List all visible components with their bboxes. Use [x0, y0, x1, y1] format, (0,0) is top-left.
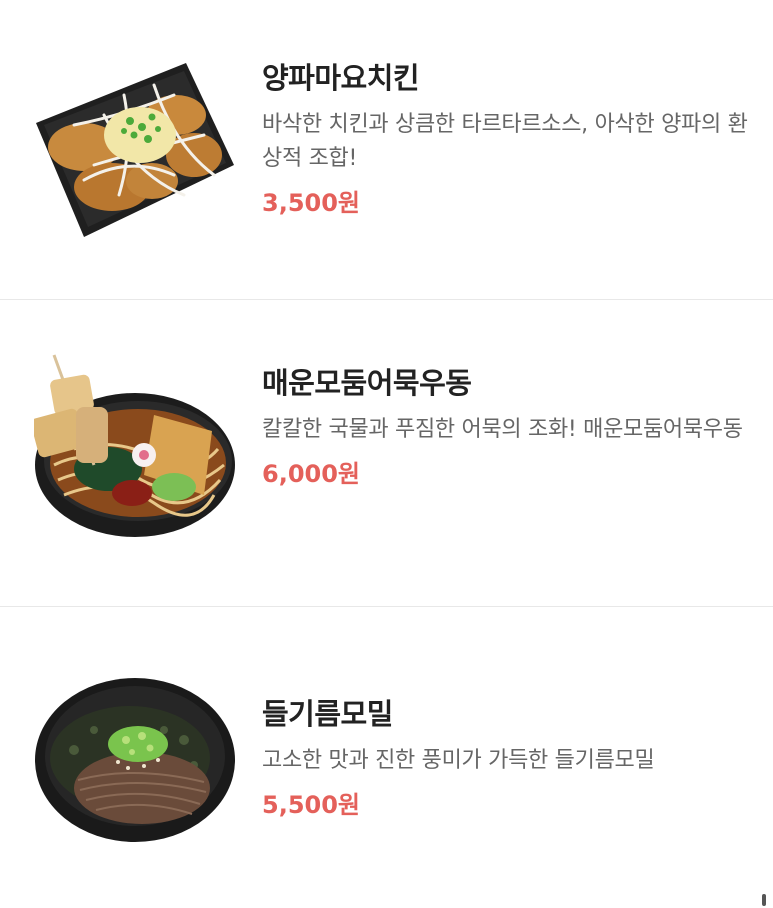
menu-item-info: 양파마요치킨 바삭한 치킨과 상큼한 타르타르소스, 아삭한 양파의 환상적 조…: [262, 58, 753, 220]
menu-item-name[interactable]: 들기름모밀: [262, 694, 753, 734]
soba-image: [35, 678, 235, 842]
menu-item-description: 고소한 맛과 진한 풍미가 가득한 들기름모밀: [262, 748, 655, 773]
menu-item-name[interactable]: 매운모둠어묵우동: [262, 363, 753, 403]
menu-item-onion-mayo-chicken[interactable]: 양파마요치킨 바삭한 치킨과 상큼한 타르타르소스, 아삭한 양파의 환상적 조…: [0, 0, 773, 300]
soba-bowl-icon[interactable]: [34, 670, 236, 860]
menu-item-price: 6,000원: [262, 460, 360, 488]
menu-item-price: 3,500원: [262, 189, 360, 217]
menu-item-spicy-fishcake-udon[interactable]: 매운모둠어묵우동 칼칼한 국물과 푸짐한 어묵의 조화! 매운모둠어묵우동 6,…: [0, 301, 773, 607]
udon-image: [30, 354, 235, 537]
menu-item-name[interactable]: 양파마요치킨: [262, 58, 753, 98]
fried-chicken-image: [36, 63, 234, 237]
menu-item-info: 매운모둠어묵우동 칼칼한 국물과 푸짐한 어묵의 조화! 매운모둠어묵우동 6,…: [262, 363, 753, 491]
fried-chicken-dish-icon[interactable]: [34, 55, 236, 245]
scrollbar-thumb[interactable]: [762, 894, 766, 906]
menu-item-description: 칼칼한 국물과 푸짐한 어묵의 조화! 매운모둠어묵우동: [262, 417, 743, 442]
udon-bowl-icon[interactable]: [30, 345, 236, 537]
menu-item-description: 바삭한 치킨과 상큼한 타르타르소스, 아삭한 양파의 환상적 조합!: [262, 112, 748, 171]
menu-list: 양파마요치킨 바삭한 치킨과 상큼한 타르타르소스, 아삭한 양파의 환상적 조…: [0, 0, 773, 908]
menu-item-info: 들기름모밀 고소한 맛과 진한 풍미가 가득한 들기름모밀 5,500원: [262, 694, 753, 822]
menu-item-perilla-oil-soba[interactable]: 들기름모밀 고소한 맛과 진한 풍미가 가득한 들기름모밀 5,500원: [0, 608, 773, 908]
menu-item-price: 5,500원: [262, 791, 360, 819]
